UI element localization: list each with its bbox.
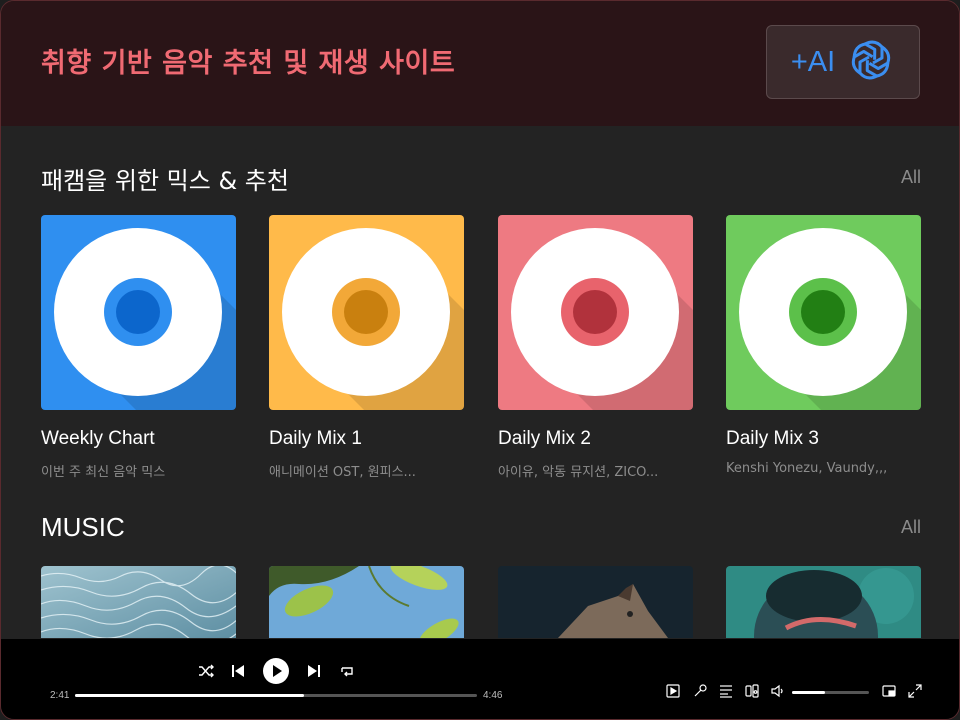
- previous-icon[interactable]: [231, 663, 245, 684]
- volume-icon[interactable]: [771, 684, 785, 703]
- lyrics-icon[interactable]: [693, 684, 707, 703]
- mini-player-icon[interactable]: [882, 684, 896, 703]
- app-window: 취향 기반 음악 추천 및 재생 사이트 +AI 패캠을 위한 믹스 & 추천 …: [0, 0, 960, 720]
- ai-button[interactable]: +AI: [766, 25, 920, 99]
- shuffle-icon[interactable]: [198, 663, 214, 684]
- header: 취향 기반 음악 추천 및 재생 사이트 +AI: [1, 1, 959, 126]
- music-cover-leaves[interactable]: [269, 566, 464, 638]
- mix-card-subtitle: 아이유, 악동 뮤지션, ZICO...: [498, 465, 659, 480]
- mix-card-subtitle: 이번 주 최신 음악 믹스: [41, 465, 166, 480]
- current-time: 2:41: [50, 690, 70, 701]
- progress-bar[interactable]: [75, 694, 477, 697]
- queue-icon[interactable]: [719, 684, 733, 703]
- mix-card-title: Daily Mix 2: [498, 428, 591, 449]
- site-title: 취향 기반 음악 추천 및 재생 사이트: [41, 48, 456, 79]
- mix-section-title: 패캠을 위한 믹스 & 추천: [41, 167, 289, 195]
- mix-card-cover: [269, 215, 464, 410]
- music-cover-water[interactable]: [41, 566, 236, 638]
- mix-card[interactable]: Daily Mix 2 아이유, 악동 뮤지션, ZICO...: [498, 215, 693, 480]
- total-time: 4:46: [483, 690, 503, 701]
- next-icon[interactable]: [307, 663, 321, 684]
- mix-section-all-link[interactable]: All: [901, 167, 921, 188]
- mix-card-subtitle: 애니메이션 OST, 원피스...: [269, 465, 416, 480]
- mix-card-subtitle: Kenshi Yonezu, Vaundy,,,: [726, 461, 888, 476]
- mix-card-cover: [498, 215, 693, 410]
- mix-card[interactable]: Daily Mix 3 Kenshi Yonezu, Vaundy,,,: [726, 215, 921, 476]
- connect-device-icon[interactable]: [745, 684, 759, 703]
- openai-logo-icon: [847, 36, 895, 89]
- mix-card-title: Weekly Chart: [41, 428, 155, 449]
- volume-slider[interactable]: [792, 691, 869, 694]
- mix-card-title: Daily Mix 1: [269, 428, 362, 449]
- repeat-icon[interactable]: [339, 663, 355, 684]
- disc-icon: [54, 228, 236, 410]
- progress-fill: [75, 694, 305, 697]
- music-section-title: MUSIC: [41, 512, 125, 542]
- mix-card[interactable]: Daily Mix 1 애니메이션 OST, 원피스...: [269, 215, 464, 480]
- music-cover-portrait[interactable]: [726, 566, 921, 638]
- music-section-all-link[interactable]: All: [901, 517, 921, 538]
- fullscreen-icon[interactable]: [908, 684, 922, 703]
- ai-button-label: +AI: [790, 45, 836, 78]
- now-playing-icon[interactable]: [666, 684, 680, 703]
- disc-icon: [511, 228, 693, 410]
- mix-card[interactable]: Weekly Chart 이번 주 최신 음악 믹스: [41, 215, 236, 480]
- mix-card-cover: [726, 215, 921, 410]
- player-bar: 2:41 4:46: [1, 639, 959, 719]
- mix-card-cover: [41, 215, 236, 410]
- disc-icon: [739, 228, 921, 410]
- volume-fill: [792, 691, 826, 694]
- play-icon[interactable]: [263, 658, 289, 689]
- mix-card-title: Daily Mix 3: [726, 428, 819, 449]
- music-cover-fox[interactable]: [498, 566, 693, 638]
- disc-icon: [282, 228, 464, 410]
